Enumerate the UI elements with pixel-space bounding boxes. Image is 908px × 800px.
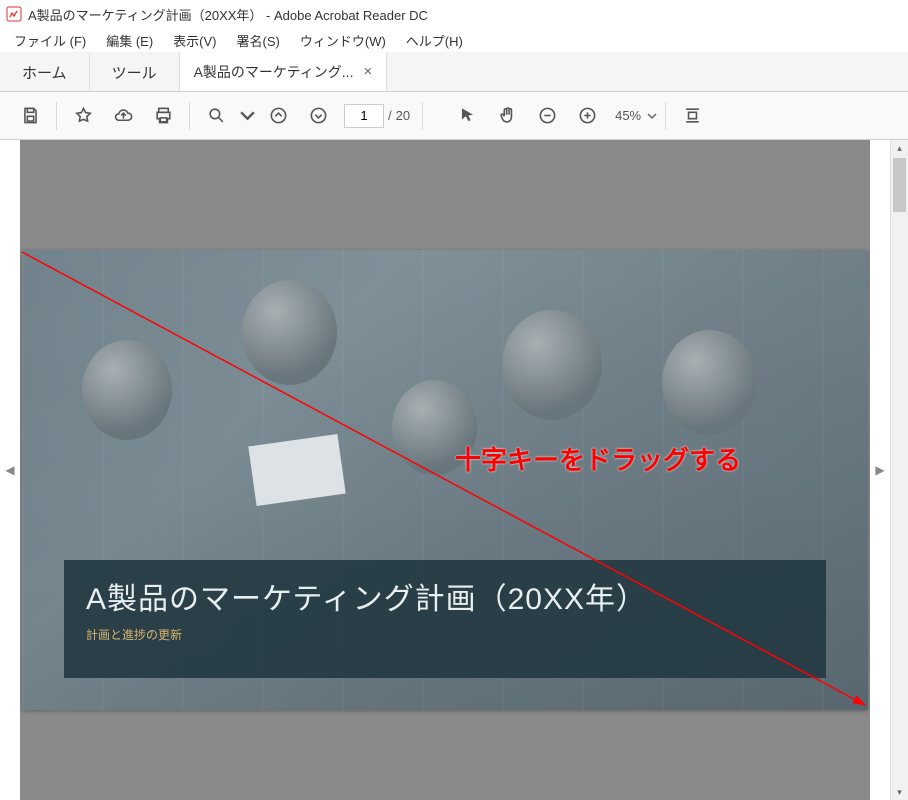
document-viewport: ◀ A製品のマーケティング計画（20XX年） 計画と進捗の更新 十字キーをドラッ… [0, 140, 908, 800]
slide-background: A製品のマーケティング計画（20XX年） 計画と進捗の更新 [22, 250, 868, 710]
scroll-down-icon[interactable]: ▾ [891, 784, 908, 800]
menu-view[interactable]: 表示(V) [163, 29, 226, 52]
tab-document-label: A製品のマーケティング... [194, 62, 354, 82]
separator [422, 102, 423, 130]
slide-title: A製品のマーケティング計画（20XX年） [86, 574, 804, 618]
photo-person [502, 310, 602, 420]
search-dropdown-icon[interactable] [236, 96, 258, 136]
separator [665, 102, 666, 130]
zoom-value: 45% [615, 108, 641, 123]
tab-home[interactable]: ホーム [0, 52, 90, 91]
photo-person [82, 340, 172, 440]
prev-page-arrow-icon[interactable]: ◀ [5, 463, 14, 477]
page-total: 20 [396, 108, 410, 123]
page-number: / 20 [344, 104, 410, 128]
window-title: A製品のマーケティング計画（20XX年） - Adobe Acrobat Rea… [28, 5, 428, 24]
photo-person [242, 280, 337, 385]
toolbar: / 20 45% [0, 92, 908, 140]
zoom-level[interactable]: 45% [615, 108, 659, 123]
photo-person [662, 330, 757, 435]
scroll-thumb[interactable] [893, 158, 906, 212]
menu-edit[interactable]: 編集 (E) [96, 29, 163, 52]
annotation-label: 十字キーをドラッグする [455, 440, 741, 477]
page-current-input[interactable] [344, 104, 384, 128]
page-up-icon[interactable] [258, 96, 298, 136]
scroll-up-icon[interactable]: ▴ [891, 140, 908, 156]
zoom-out-icon[interactable] [527, 96, 567, 136]
tab-document[interactable]: A製品のマーケティング... × [180, 52, 388, 91]
page-canvas[interactable]: A製品のマーケティング計画（20XX年） 計画と進捗の更新 十字キーをドラッグす… [20, 140, 870, 800]
tab-tools[interactable]: ツール [90, 52, 180, 91]
menu-sign[interactable]: 署名(S) [227, 29, 290, 52]
fit-width-icon[interactable] [672, 96, 712, 136]
zoom-in-icon[interactable] [567, 96, 607, 136]
selection-tool-icon[interactable] [447, 96, 487, 136]
chevron-down-icon [645, 110, 659, 122]
menu-help[interactable]: ヘルプ(H) [396, 29, 473, 52]
page-1: A製品のマーケティング計画（20XX年） 計画と進捗の更新 [22, 250, 868, 710]
slide-title-band: A製品のマーケティング計画（20XX年） 計画と進捗の更新 [64, 560, 826, 678]
page-down-icon[interactable] [298, 96, 338, 136]
save-icon[interactable] [10, 96, 50, 136]
separator [189, 102, 190, 130]
cloud-upload-icon[interactable] [103, 96, 143, 136]
page-sep: / [388, 108, 392, 123]
left-gutter: ◀ [0, 140, 20, 800]
search-icon[interactable] [196, 96, 236, 136]
print-icon[interactable] [143, 96, 183, 136]
tab-close-icon[interactable]: × [363, 64, 372, 79]
menu-window[interactable]: ウィンドウ(W) [290, 29, 396, 52]
menu-file[interactable]: ファイル (F) [4, 29, 96, 52]
tab-bar: ホーム ツール A製品のマーケティング... × [0, 52, 908, 92]
separator [56, 102, 57, 130]
pdf-app-icon [6, 6, 22, 22]
hand-tool-icon[interactable] [487, 96, 527, 136]
photo-paper [248, 434, 345, 506]
window-titlebar: A製品のマーケティング計画（20XX年） - Adobe Acrobat Rea… [0, 0, 908, 28]
star-icon[interactable] [63, 96, 103, 136]
right-gutter: ▶ [870, 140, 890, 800]
menu-bar: ファイル (F) 編集 (E) 表示(V) 署名(S) ウィンドウ(W) ヘルプ… [0, 28, 908, 52]
vertical-scrollbar[interactable]: ▴ ▾ [890, 140, 908, 800]
slide-subtitle: 計画と進捗の更新 [86, 626, 804, 643]
next-page-arrow-icon[interactable]: ▶ [875, 463, 884, 477]
